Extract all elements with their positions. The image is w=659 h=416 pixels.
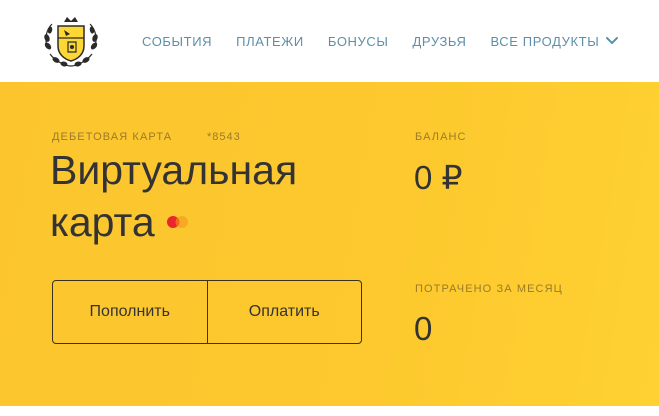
pay-button[interactable]: Оплатить [208, 281, 362, 343]
nav-item-payments[interactable]: ПЛАТЕЖИ [236, 34, 304, 49]
balance-value: 0 ₽ [414, 159, 463, 196]
nav-item-all-products[interactable]: ВСЕ ПРОДУКТЫ [490, 34, 599, 49]
top-header: СОБЫТИЯ ПЛАТЕЖИ БОНУСЫ ДРУЗЬЯ ВСЕ ПРОДУК… [0, 0, 659, 82]
spent-value: 0 [414, 310, 433, 347]
nav-item-bonuses[interactable]: БОНУСЫ [328, 34, 389, 49]
chevron-down-icon[interactable] [605, 36, 619, 46]
mastercard-icon [167, 216, 188, 228]
nav-item-events[interactable]: СОБЫТИЯ [142, 34, 212, 49]
main-nav: СОБЫТИЯ ПЛАТЕЖИ БОНУСЫ ДРУЗЬЯ ВСЕ ПРОДУК… [142, 33, 619, 49]
nav-item-friends[interactable]: ДРУЗЬЯ [412, 34, 466, 49]
card-type-label: ДЕБЕТОВАЯ КАРТА [52, 131, 173, 143]
bank-logo-icon[interactable] [40, 14, 102, 70]
card-actions: Пополнить Оплатить [52, 280, 362, 344]
card-panel: ДЕБЕТОВАЯ КАРТА *8543 Виртуальная карта … [0, 82, 659, 406]
bottom-divider [0, 406, 659, 416]
card-number: *8543 [207, 131, 241, 143]
topup-button[interactable]: Пополнить [53, 281, 208, 343]
balance-label: БАЛАНС [415, 131, 467, 143]
spent-label: ПОТРАЧЕНО ЗА МЕСЯЦ [415, 283, 563, 295]
card-title: Виртуальная карта [50, 147, 298, 245]
